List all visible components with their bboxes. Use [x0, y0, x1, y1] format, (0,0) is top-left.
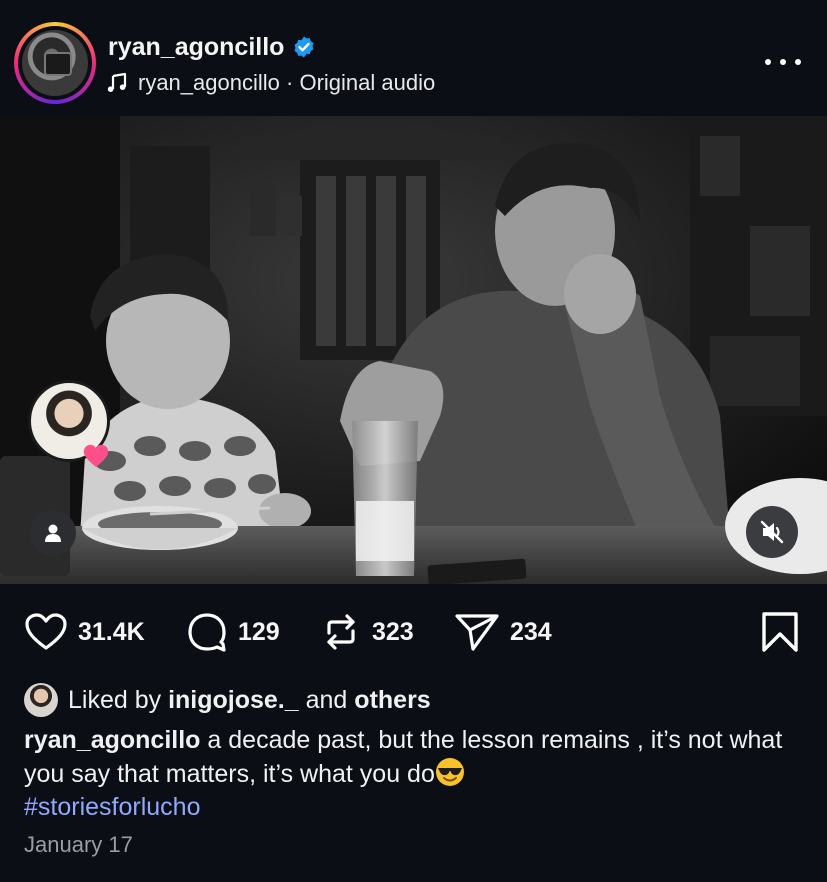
mute-button[interactable]: [746, 506, 798, 558]
like-heart-icon: [82, 442, 110, 470]
post-username[interactable]: ryan_agoncillo: [108, 33, 284, 62]
post-video[interactable]: [0, 116, 827, 584]
caption-hashtag[interactable]: #storiesforlucho: [24, 793, 200, 821]
share-count: 234: [510, 617, 552, 646]
repost-button[interactable]: 323: [320, 611, 414, 653]
music-note-icon: [107, 72, 127, 92]
save-button[interactable]: [760, 611, 800, 653]
audio-label: Original audio: [299, 70, 436, 95]
liked-by-avatar[interactable]: [24, 683, 58, 717]
comment-count: 129: [238, 617, 280, 646]
caption-username[interactable]: ryan_agoncillo: [24, 726, 200, 754]
repost-icon: [327, 614, 355, 650]
more-options-icon: [765, 59, 771, 65]
person-tag-icon: [45, 524, 61, 542]
comment-button[interactable]: 129: [186, 611, 280, 653]
heart-icon: [25, 613, 67, 650]
liked-by-others[interactable]: others: [354, 686, 430, 714]
action-bar: 31.4K 129 323 234: [0, 605, 827, 659]
post-date: January 17: [24, 832, 133, 857]
smiling-face-with-sunglasses-emoji: [435, 758, 464, 786]
tagged-people-button[interactable]: [30, 510, 76, 556]
comment-bubble-icon: [188, 613, 226, 652]
like-button[interactable]: 31.4K: [24, 611, 145, 653]
username-row: ryan_agoncillo: [108, 30, 316, 64]
speaker-muted-icon: [760, 520, 784, 544]
liked-by-row[interactable]: Liked by inigojose._ and others: [24, 682, 431, 718]
audio-attribution[interactable]: ryan_agoncillo · Original audio: [106, 68, 435, 98]
send-icon: [455, 614, 499, 651]
video-frame: [0, 116, 827, 584]
audio-owner: ryan_agoncillo: [138, 70, 280, 95]
profile-avatar-story-ring[interactable]: [14, 22, 96, 104]
share-button[interactable]: 234: [454, 611, 552, 653]
liked-by-prefix: Liked by: [68, 685, 162, 714]
more-options-button[interactable]: [765, 48, 801, 76]
bookmark-icon: [762, 612, 798, 652]
liked-by-user[interactable]: inigojose._: [168, 686, 299, 714]
profile-avatar[interactable]: [22, 30, 88, 96]
post-header: ryan_agoncillo ryan_agoncillo · Original…: [0, 0, 827, 116]
like-count: 31.4K: [78, 617, 145, 646]
audio-separator: ·: [286, 70, 294, 95]
verified-badge-icon: [294, 36, 314, 58]
post-caption: ryan_agoncillo a decade past, but the le…: [24, 724, 804, 824]
liked-by-joiner: and: [305, 685, 348, 714]
repost-count: 323: [372, 617, 414, 646]
